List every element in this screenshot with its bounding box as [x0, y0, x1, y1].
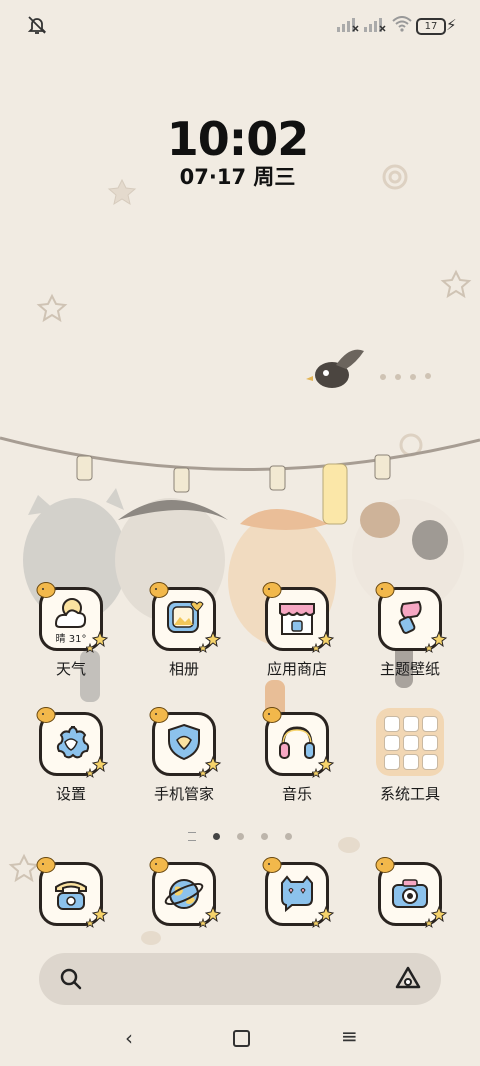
app-system-tools-folder[interactable]: 系统工具 — [355, 708, 465, 804]
signal-icon — [337, 18, 359, 32]
dock-browser[interactable] — [129, 857, 239, 928]
app-label: 主题壁纸 — [379, 660, 440, 678]
app-label: 相册 — [168, 660, 199, 678]
gallery-icon — [149, 582, 222, 653]
app-label: 设置 — [55, 785, 86, 803]
sparkle-icon — [199, 905, 222, 928]
sparkle-icon — [86, 755, 109, 778]
dock-phone[interactable] — [16, 857, 126, 928]
nav-recents-button[interactable]: ≡ — [341, 1024, 358, 1048]
chick-badge-icon — [36, 582, 56, 598]
sparkle-icon — [425, 905, 448, 928]
page-dot[interactable] — [285, 833, 293, 840]
folder-icon — [376, 708, 444, 776]
chick-badge-icon — [262, 857, 282, 873]
page-dot[interactable] — [212, 833, 220, 840]
wifi-icon — [392, 16, 412, 32]
status-bar: 17 ⚡ — [0, 0, 480, 50]
app-label: 音乐 — [281, 785, 312, 803]
dock-messages[interactable] — [242, 857, 352, 928]
chick-badge-icon — [375, 857, 395, 873]
bell-off-icon — [27, 16, 47, 34]
phone-icon — [36, 857, 109, 928]
app-theme[interactable]: 主题壁纸 — [355, 582, 465, 679]
settings-icon — [36, 707, 109, 778]
chick-badge-icon — [149, 582, 169, 598]
app-gallery[interactable]: 相册 — [129, 582, 239, 679]
app-weather[interactable]: 晴 31° 天气 — [16, 582, 126, 679]
app-settings[interactable]: 设置 — [16, 707, 126, 804]
headphones-icon — [262, 707, 335, 778]
nav-back-button[interactable]: ‹ — [125, 1026, 133, 1050]
weather-icon: 晴 31° — [36, 582, 109, 653]
chick-badge-icon — [36, 857, 56, 873]
sparkle-icon — [312, 755, 335, 778]
clock-date[interactable]: 07·17 周三 — [0, 161, 475, 191]
page-indicator[interactable] — [0, 826, 480, 845]
messages-icon — [262, 857, 335, 928]
page-dot[interactable] — [261, 833, 269, 840]
app-label: 系统工具 — [379, 785, 440, 803]
app-store[interactable]: 应用商店 — [242, 582, 352, 679]
security-icon — [149, 707, 222, 778]
signal-icon — [364, 18, 386, 32]
chick-badge-icon — [262, 707, 282, 723]
app-label: 手机管家 — [153, 785, 214, 803]
sparkle-icon — [312, 905, 335, 928]
chick-badge-icon — [36, 707, 56, 723]
chick-badge-icon — [149, 857, 169, 873]
nav-home-button[interactable] — [233, 1030, 250, 1047]
sparkle-icon — [86, 905, 109, 928]
browser-icon — [149, 857, 222, 928]
page-indicator-overview[interactable] — [187, 832, 196, 841]
chick-badge-icon — [149, 707, 169, 723]
clock-time[interactable]: 10:02 — [0, 112, 475, 166]
app-label: 应用商店 — [266, 660, 327, 678]
battery-icon: 17 — [416, 18, 446, 35]
sparkle-icon — [312, 630, 335, 653]
camera-icon — [375, 857, 448, 928]
assistant-icon[interactable] — [394, 965, 422, 991]
chick-badge-icon — [375, 582, 395, 598]
app-label: 天气 — [55, 660, 86, 678]
search-icon — [60, 968, 82, 990]
sparkle-icon — [86, 630, 109, 653]
sparkle-icon — [199, 630, 222, 653]
sparkle-icon — [425, 630, 448, 653]
theme-icon — [375, 582, 448, 653]
app-music[interactable]: 音乐 — [242, 707, 352, 804]
page-dot[interactable] — [237, 833, 244, 840]
store-icon — [262, 582, 335, 653]
sparkle-icon — [199, 755, 222, 778]
search-bar[interactable] — [39, 953, 441, 1005]
app-security[interactable]: 手机管家 — [129, 707, 239, 804]
dock-camera[interactable] — [355, 857, 465, 928]
charging-icon: ⚡ — [446, 16, 457, 34]
chick-badge-icon — [262, 582, 282, 598]
battery-level: 17 — [424, 21, 438, 32]
